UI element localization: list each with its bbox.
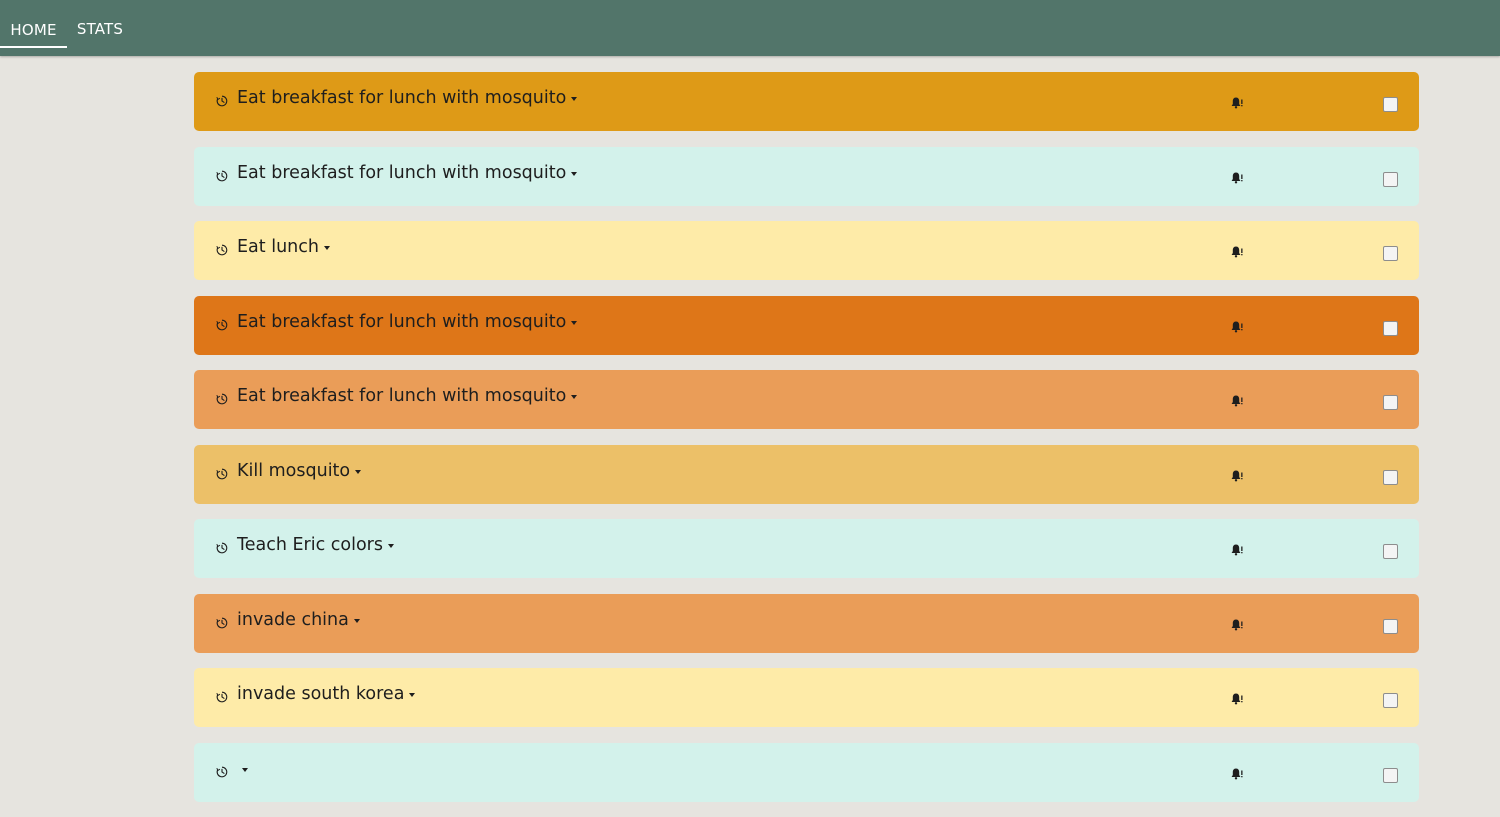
tab-home[interactable]: HOME xyxy=(0,0,67,48)
bell-alert-icon[interactable] xyxy=(1230,617,1244,631)
task-complete-checkbox[interactable] xyxy=(1383,544,1398,559)
caret-down-icon[interactable] xyxy=(353,618,360,623)
caret-down-icon[interactable] xyxy=(571,171,578,176)
task-title: Eat breakfast for lunch with mosquito xyxy=(237,162,567,183)
bell-alert-icon[interactable] xyxy=(1230,95,1244,109)
task-title: Eat lunch xyxy=(237,237,319,257)
task-row: Eat lunch xyxy=(194,221,1419,280)
clock-icon xyxy=(216,763,228,777)
caret-down-icon[interactable] xyxy=(571,320,578,325)
caret-down-icon[interactable] xyxy=(571,395,578,399)
clock-icon xyxy=(216,92,228,107)
task-complete-checkbox[interactable] xyxy=(1383,693,1398,708)
bell-alert-icon[interactable] xyxy=(1230,468,1244,482)
task-title: Teach Eric colors xyxy=(237,535,383,555)
task-complete-checkbox[interactable] xyxy=(1383,246,1398,261)
task-title: invade south korea xyxy=(237,684,405,704)
task-list: Eat breakfast for lunch with mosquito Eat… xyxy=(194,72,1419,817)
bell-alert-icon[interactable] xyxy=(1230,542,1244,556)
bell-alert-icon[interactable] xyxy=(1230,319,1244,333)
bell-alert-icon[interactable] xyxy=(1230,170,1244,184)
task-title-toggle[interactable]: invade south korea xyxy=(216,682,416,706)
task-complete-checkbox[interactable] xyxy=(1383,469,1398,485)
task-title-toggle[interactable] xyxy=(216,757,248,781)
task-title-toggle[interactable]: invade china xyxy=(216,608,360,632)
task-title: Eat breakfast for lunch with mosquito xyxy=(237,386,567,406)
caret-down-icon[interactable] xyxy=(409,693,416,697)
caret-down-icon[interactable] xyxy=(242,767,248,772)
task-complete-checkbox[interactable] xyxy=(1383,395,1398,410)
task-title: Eat breakfast for lunch with mosquito xyxy=(237,88,567,108)
caret-down-icon[interactable] xyxy=(388,544,394,548)
task-complete-checkbox[interactable] xyxy=(1383,767,1398,783)
clock-icon xyxy=(216,390,228,405)
task-title-toggle[interactable]: Eat lunch xyxy=(216,235,330,259)
task-title: invade china xyxy=(237,609,349,630)
clock-icon xyxy=(216,688,228,703)
caret-down-icon[interactable] xyxy=(571,97,578,101)
caret-down-icon[interactable] xyxy=(323,246,330,250)
task-row xyxy=(194,742,1419,802)
bell-alert-icon[interactable] xyxy=(1230,766,1244,780)
task-title-toggle[interactable]: Eat breakfast for lunch with mosquito xyxy=(216,161,578,185)
clock-icon xyxy=(216,614,228,628)
task-title-toggle[interactable]: Kill mosquito xyxy=(216,459,362,483)
bell-alert-icon[interactable] xyxy=(1230,393,1244,407)
task-complete-checkbox[interactable] xyxy=(1383,618,1398,634)
task-row: Teach Eric colors xyxy=(194,519,1419,578)
clock-icon xyxy=(216,316,228,330)
task-title-toggle[interactable]: Teach Eric colors xyxy=(216,533,394,557)
clock-icon xyxy=(216,167,228,181)
clock-icon xyxy=(216,465,228,479)
task-title: Kill mosquito xyxy=(237,460,351,481)
caret-down-icon[interactable] xyxy=(355,469,362,474)
task-title-toggle[interactable]: Eat breakfast for lunch with mosquito xyxy=(216,86,578,110)
task-complete-checkbox[interactable] xyxy=(1383,171,1398,187)
top-navbar: HOME STATS xyxy=(0,0,1500,56)
bell-alert-icon[interactable] xyxy=(1230,244,1244,258)
task-row: Eat breakfast for lunch with mosquito xyxy=(194,295,1419,355)
clock-icon xyxy=(216,539,228,554)
task-row: invade china xyxy=(194,593,1419,653)
task-complete-checkbox[interactable] xyxy=(1383,97,1398,112)
task-row: Kill mosquito xyxy=(194,444,1419,504)
task-row: Eat breakfast for lunch with mosquito xyxy=(194,370,1419,429)
task-row: Eat breakfast for lunch with mosquito xyxy=(194,146,1419,206)
task-complete-checkbox[interactable] xyxy=(1383,320,1398,336)
bell-alert-icon[interactable] xyxy=(1230,691,1244,705)
task-title: Eat breakfast for lunch with mosquito xyxy=(237,311,567,332)
task-title-toggle[interactable]: Eat breakfast for lunch with mosquito xyxy=(216,384,578,408)
task-row: Eat breakfast for lunch with mosquito xyxy=(194,72,1419,131)
clock-icon xyxy=(216,241,228,256)
task-title-toggle[interactable]: Eat breakfast for lunch with mosquito xyxy=(216,310,578,334)
tab-stats[interactable]: STATS xyxy=(67,0,133,48)
task-row: invade south korea xyxy=(194,668,1419,727)
